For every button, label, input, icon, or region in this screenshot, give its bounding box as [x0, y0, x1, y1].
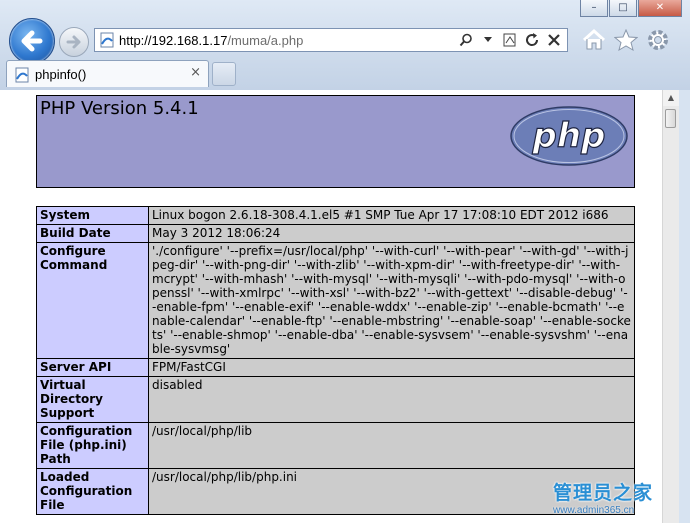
row-key: Build Date	[36, 224, 149, 243]
tab-phpinfo[interactable]: phpinfo() ×	[6, 60, 209, 87]
browser-toolbar-icons	[578, 26, 674, 54]
row-value: May 3 2012 18:06:24	[148, 224, 635, 243]
tab-page-icon	[15, 67, 29, 83]
url-path: /muma/a.php	[227, 33, 304, 48]
browser-chrome: – □ ✕ http://192.168.1.17/muma/a.php php…	[0, 0, 690, 91]
row-key: System	[36, 206, 149, 225]
minimize-button[interactable]: –	[580, 0, 608, 17]
row-key: Loaded Configuration File	[36, 468, 149, 515]
row-value: Linux bogon 2.6.18-308.4.1.el5 #1 SMP Tu…	[148, 206, 635, 225]
row-value: /usr/local/php/lib	[148, 422, 635, 469]
refresh-icon[interactable]	[521, 29, 543, 51]
php-logo: php	[510, 106, 628, 166]
compatibility-view-icon[interactable]	[499, 29, 521, 51]
php-version-header: PHP Version 5.4.1 php	[36, 95, 635, 188]
forward-button[interactable]	[59, 27, 89, 57]
row-key: Configure Command	[36, 242, 149, 359]
back-button[interactable]	[9, 18, 55, 64]
table-row: Build Date May 3 2012 18:06:24	[36, 224, 635, 243]
url-text[interactable]: http://192.168.1.17/muma/a.php	[119, 33, 303, 48]
tab-title: phpinfo()	[35, 67, 87, 82]
address-bar-actions	[455, 29, 565, 51]
row-value: disabled	[148, 376, 635, 423]
settings-gear-icon[interactable]	[642, 26, 674, 54]
forward-arrow-icon	[66, 35, 81, 49]
watermark: 管理员之家 www.admin365.cn	[553, 478, 668, 518]
table-row: Configure Command './configure' '--prefix…	[36, 242, 635, 359]
table-row: System Linux bogon 2.6.18-308.4.1.el5 #1 …	[36, 206, 635, 225]
window-frame-edge	[679, 90, 690, 523]
page-viewport: PHP Version 5.4.1 php System Linux bogon …	[0, 90, 662, 523]
maximize-button[interactable]: □	[609, 0, 637, 17]
url-host: http://192.168.1.17	[119, 33, 228, 48]
back-arrow-icon	[21, 30, 43, 52]
dropdown-icon[interactable]	[477, 29, 499, 51]
address-bar[interactable]: http://192.168.1.17/muma/a.php	[94, 28, 568, 52]
table-row: Server API FPM/FastCGI	[36, 358, 635, 377]
row-value: FPM/FastCGI	[148, 358, 635, 377]
scroll-thumb[interactable]	[665, 109, 676, 128]
search-icon[interactable]	[455, 29, 477, 51]
home-icon[interactable]	[578, 26, 610, 54]
page-title: PHP Version 5.4.1	[40, 98, 199, 119]
scroll-up-icon[interactable]: ▲	[663, 90, 679, 106]
table-row: Configuration File (php.ini) Path/usr/lo…	[36, 422, 635, 469]
table-row: Virtual Directory Support disabled	[36, 376, 635, 423]
row-key: Server API	[36, 358, 149, 377]
watermark-url: www.admin365.cn	[553, 505, 635, 516]
row-value: './configure' '--prefix=/usr/local/php' …	[148, 242, 635, 359]
table-row: Loaded Configuration File/usr/local/php/…	[36, 468, 635, 515]
php-logo-text: php	[532, 116, 606, 156]
vertical-scrollbar[interactable]: ▲	[662, 90, 679, 523]
stop-icon[interactable]	[543, 29, 565, 51]
window-controls: – □ ✕	[579, 0, 682, 18]
new-tab-button[interactable]	[212, 62, 236, 86]
close-window-button[interactable]: ✕	[638, 0, 682, 17]
tab-close-button[interactable]: ×	[190, 65, 201, 80]
page-icon	[100, 32, 114, 48]
row-key: Virtual Directory Support	[36, 376, 149, 423]
favorites-star-icon[interactable]	[610, 26, 642, 54]
row-key: Configuration File (php.ini) Path	[36, 422, 149, 469]
watermark-brand: 管理员之家	[553, 482, 654, 504]
php-info-table: System Linux bogon 2.6.18-308.4.1.el5 #1 …	[36, 206, 635, 515]
